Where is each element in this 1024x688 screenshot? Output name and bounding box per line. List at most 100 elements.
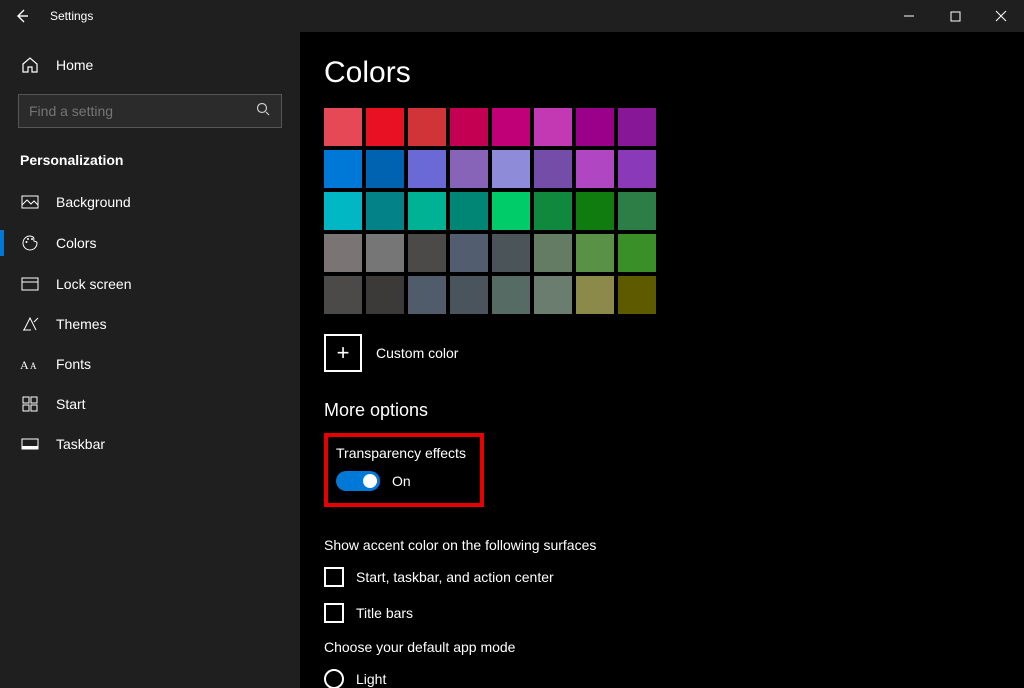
- color-swatch[interactable]: [366, 150, 404, 188]
- maximize-icon: [950, 11, 961, 22]
- color-swatch[interactable]: [492, 234, 530, 272]
- sidebar-item-label: Themes: [56, 316, 107, 332]
- color-swatch[interactable]: [576, 192, 614, 230]
- plus-icon: +: [324, 334, 362, 372]
- accent-check-start-taskbar[interactable]: Start, taskbar, and action center: [324, 567, 1024, 587]
- color-swatch[interactable]: [366, 192, 404, 230]
- color-swatch[interactable]: [618, 150, 656, 188]
- minimize-icon: [903, 10, 915, 22]
- swatch-row: [324, 108, 1024, 146]
- color-swatch[interactable]: [534, 234, 572, 272]
- color-swatch[interactable]: [492, 192, 530, 230]
- color-swatch[interactable]: [324, 192, 362, 230]
- back-arrow-icon: [14, 8, 30, 24]
- lock-screen-icon: [20, 277, 40, 291]
- color-swatch[interactable]: [534, 192, 572, 230]
- radio-icon: [324, 669, 344, 688]
- color-swatch[interactable]: [618, 234, 656, 272]
- swatch-row: [324, 150, 1024, 188]
- home-icon: [20, 56, 40, 74]
- toggle-knob: [363, 474, 377, 488]
- color-swatch[interactable]: [450, 150, 488, 188]
- color-swatch[interactable]: [450, 108, 488, 146]
- color-swatch[interactable]: [366, 108, 404, 146]
- check-label: Title bars: [356, 605, 413, 621]
- sidebar-item-colors[interactable]: Colors: [0, 222, 300, 264]
- more-options-heading: More options: [324, 400, 1024, 421]
- swatch-row: [324, 276, 1024, 314]
- color-swatch[interactable]: [324, 276, 362, 314]
- sidebar-item-fonts[interactable]: AA Fonts: [0, 344, 300, 384]
- sidebar-item-themes[interactable]: Themes: [0, 304, 300, 344]
- color-swatch[interactable]: [534, 276, 572, 314]
- color-swatch[interactable]: [492, 108, 530, 146]
- taskbar-icon: [20, 438, 40, 450]
- sidebar-item-label: Background: [56, 194, 131, 210]
- custom-color-label: Custom color: [376, 345, 458, 361]
- color-swatch[interactable]: [450, 192, 488, 230]
- check-label: Start, taskbar, and action center: [356, 569, 554, 585]
- color-swatch[interactable]: [450, 234, 488, 272]
- color-swatch[interactable]: [408, 150, 446, 188]
- color-swatch[interactable]: [492, 150, 530, 188]
- swatch-row: [324, 192, 1024, 230]
- accent-check-title-bars[interactable]: Title bars: [324, 603, 1024, 623]
- color-swatch[interactable]: [534, 150, 572, 188]
- sidebar-item-start[interactable]: Start: [0, 384, 300, 424]
- sidebar-item-label: Taskbar: [56, 436, 105, 452]
- color-swatch[interactable]: [576, 150, 614, 188]
- sidebar-item-lock-screen[interactable]: Lock screen: [0, 264, 300, 304]
- search-input[interactable]: [18, 94, 282, 128]
- maximize-button[interactable]: [932, 0, 978, 32]
- color-swatch[interactable]: [408, 234, 446, 272]
- sidebar-item-taskbar[interactable]: Taskbar: [0, 424, 300, 464]
- search-wrap: [0, 86, 300, 140]
- app-mode-light[interactable]: Light: [324, 669, 1024, 688]
- color-swatch[interactable]: [324, 108, 362, 146]
- custom-color-button[interactable]: + Custom color: [324, 334, 1024, 372]
- color-swatch[interactable]: [366, 276, 404, 314]
- window-title: Settings: [50, 9, 93, 23]
- transparency-state: On: [392, 473, 411, 489]
- window-controls: [886, 0, 1024, 32]
- back-button[interactable]: [0, 0, 44, 32]
- sidebar-item-background[interactable]: Background: [0, 182, 300, 222]
- close-button[interactable]: [978, 0, 1024, 32]
- color-swatch[interactable]: [618, 108, 656, 146]
- color-swatch[interactable]: [324, 150, 362, 188]
- color-swatch[interactable]: [324, 234, 362, 272]
- color-swatch[interactable]: [534, 108, 572, 146]
- color-swatch[interactable]: [618, 276, 656, 314]
- color-swatch[interactable]: [408, 108, 446, 146]
- sidebar-item-label: Start: [56, 396, 86, 412]
- color-swatch[interactable]: [408, 276, 446, 314]
- color-swatch[interactable]: [576, 234, 614, 272]
- sidebar-home-label: Home: [56, 57, 93, 73]
- transparency-highlight: Transparency effects On: [324, 433, 484, 507]
- sidebar-item-label: Colors: [56, 235, 96, 251]
- swatch-row: [324, 234, 1024, 272]
- sidebar-section-header: Personalization: [0, 140, 300, 182]
- color-swatch[interactable]: [408, 192, 446, 230]
- titlebar: Settings: [0, 0, 1024, 32]
- radio-label: Light: [356, 671, 386, 687]
- color-swatch[interactable]: [618, 192, 656, 230]
- minimize-button[interactable]: [886, 0, 932, 32]
- themes-icon: [20, 316, 40, 332]
- app-mode-label: Choose your default app mode: [324, 639, 1024, 655]
- palette-icon: [20, 234, 40, 252]
- color-swatch[interactable]: [576, 276, 614, 314]
- color-swatch[interactable]: [450, 276, 488, 314]
- sidebar-item-label: Fonts: [56, 356, 91, 372]
- svg-text:A: A: [30, 361, 37, 371]
- transparency-toggle[interactable]: [336, 471, 380, 491]
- close-icon: [995, 10, 1007, 22]
- start-icon: [20, 396, 40, 412]
- checkbox-icon: [324, 603, 344, 623]
- color-swatch[interactable]: [576, 108, 614, 146]
- color-swatch[interactable]: [366, 234, 404, 272]
- sidebar-home[interactable]: Home: [0, 44, 300, 86]
- accent-surfaces-label: Show accent color on the following surfa…: [324, 537, 1024, 553]
- color-swatch[interactable]: [492, 276, 530, 314]
- sidebar-item-label: Lock screen: [56, 276, 131, 292]
